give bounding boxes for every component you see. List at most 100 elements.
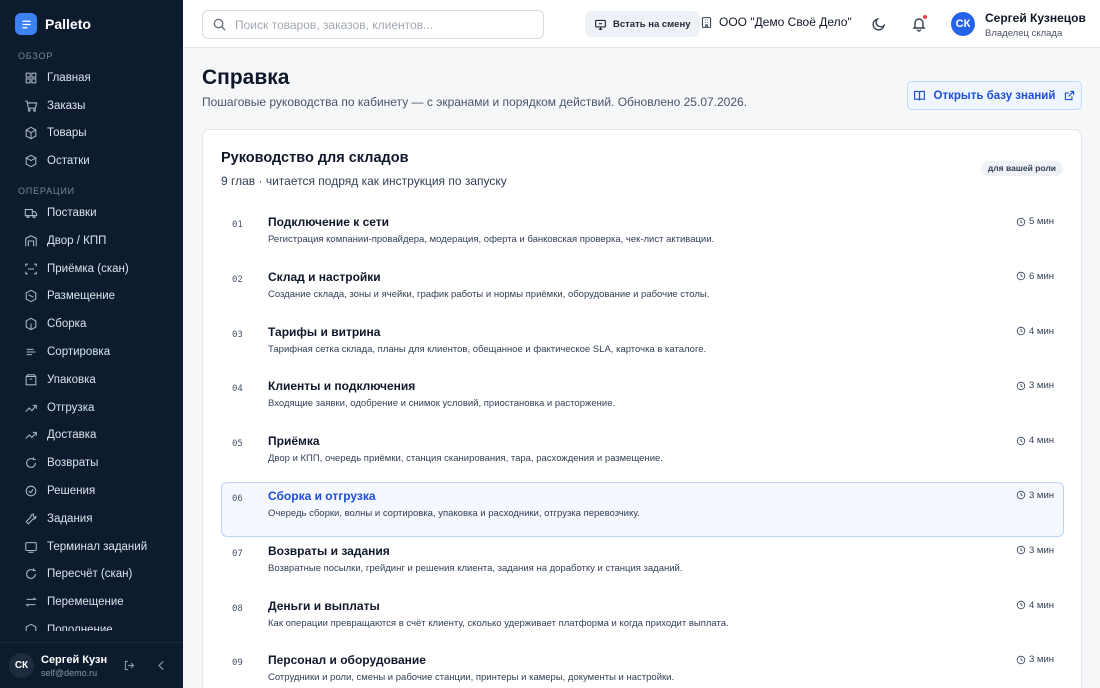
chapter-item[interactable]: 01 Подключение к сети Регистрация компании… [221,208,1064,263]
chapter-item[interactable]: 09 Персонал и оборудование Сотрудники и ро… [221,646,1064,688]
chapter-description: Регистрация компании-провайдера, модерац… [268,234,715,245]
chapter-read-time: 4 мин [1016,326,1054,337]
sidebar-item[interactable]: Перемещение [0,588,183,616]
building-icon [701,16,712,28]
sidebar-nav: ОБЗОР Главная Заказы Товары Остатки ОПЕРАЦИИ П… [0,48,183,631]
clock-icon [1016,491,1026,500]
sidebar-item[interactable]: Упаковка [0,366,183,394]
sidebar-item[interactable]: Двор / КПП [0,227,183,255]
chapter-time-label: 3 мин [1028,380,1054,392]
box-icon [25,127,37,140]
sidebar-item-label: Решения [47,485,96,498]
chapter-time-label: 6 мин [1028,270,1054,282]
bell-icon[interactable] [909,14,929,34]
role-badge: для вашей роли [980,161,1063,176]
chapter-item[interactable]: 03 Тарифы и витрина Тарифная сетка склада,… [221,318,1064,373]
chapter-description: Создание склада, зоны и ячейки, график р… [268,288,710,300]
open-knowledge-base-button[interactable]: Открыть базу знаний [907,81,1082,110]
chapter-number: 09 [232,658,243,669]
chapter-time-label: 3 мин [1028,544,1054,556]
sidebar-user-name: Сергей Кузнецов [41,653,107,666]
brand-name: Palleto [45,16,91,32]
sidebar-item[interactable]: Сборка [0,310,183,338]
chapter-item[interactable]: 07 Возвраты и задания Возвратные посылки, … [221,537,1064,592]
transfer-icon [25,597,37,607]
sidebar-item[interactable]: Возвраты [0,449,183,477]
sidebar-item[interactable]: Отгрузка [0,394,183,422]
sidebar-item-label: Упаковка [47,373,96,386]
chapter-number: 02 [232,274,243,285]
user-name: Сергей Кузнецов [985,11,1086,25]
sidebar-item[interactable]: Главная [0,64,183,92]
sidebar-item[interactable]: Товары [0,120,183,148]
search-box[interactable] [202,10,544,39]
sidebar-item[interactable]: Задания [0,505,183,533]
sidebar-item-label: Заказы [47,99,86,112]
theme-toggle-icon[interactable] [869,14,889,34]
return-icon [26,457,36,469]
sidebar-item[interactable]: Размещение [0,283,183,311]
sidebar-user-email: self@demo.ru [41,667,98,678]
chapter-description: Как операции превращаются в счёт клиенту… [268,617,729,629]
sidebar-item-label: Пересчёт (скан) [47,568,133,581]
chapter-item[interactable]: 02 Склад и настройки Создание склада, зоны… [221,263,1064,318]
collapse-sidebar-icon[interactable] [151,656,171,676]
brand[interactable]: Palleto [0,0,183,48]
sidebar: Palleto ОБЗОР Главная Заказы Товары Остатки О… [0,0,183,688]
topbar: Встать на смену ООО "Демо Своё Дело" СК … [183,0,1100,48]
sidebar-item-label: Главная [47,71,91,84]
logout-icon[interactable] [119,656,139,676]
search-input[interactable] [235,17,525,32]
page-subtitle: Пошаговые руководства по кабинету — с эк… [202,95,748,109]
start-shift-label: Встать на смену [613,18,691,30]
chapter-time-label: 3 мин [1028,654,1054,666]
sidebar-item[interactable]: Остатки [0,147,183,175]
sidebar-item[interactable]: Приёмка (скан) [0,255,183,283]
chapter-number: 03 [232,329,243,340]
sidebar-item[interactable]: Решения [0,477,183,505]
org-switcher[interactable]: ООО "Демо Своё Дело" [700,15,852,29]
sort-icon [26,348,36,356]
search-icon [213,18,226,31]
sidebar-item[interactable]: Заказы [0,92,183,120]
chapter-item[interactable]: 04 Клиенты и подключения Входящие заявки, … [221,372,1064,427]
chapter-number: 01 [232,220,243,230]
chapter-number: 08 [232,603,243,614]
sidebar-item[interactable]: Поставки [0,199,183,227]
chapter-item[interactable]: 06 Сборка и отгрузка Очередь сборки, волны… [221,481,1064,537]
chapter-title: Склад и настройки [268,269,381,284]
sidebar-item[interactable]: Сортировка [0,338,183,366]
recount-icon [26,568,36,580]
chapter-description: Входящие заявки, одобрение и снимок усло… [268,398,616,410]
user-avatar[interactable]: СК [951,12,975,36]
clock-icon [1016,655,1026,665]
chapter-title: Возвраты и задания [268,543,390,558]
start-shift-button[interactable]: Встать на смену [585,11,700,37]
home-icon [25,72,37,84]
sidebar-item[interactable]: Пересчёт (скан) [0,561,183,589]
chapter-item[interactable]: 05 Приёмка Двор и КПП, очередь приёмки, ст… [221,427,1064,482]
delivery-icon [25,432,37,440]
sidebar-item-label: Возвраты [47,457,99,470]
book-icon [913,90,925,101]
notification-dot [922,14,928,20]
decision-icon [25,485,37,497]
chapter-title: Персонал и оборудование [268,653,426,668]
sidebar-item-label: Перемещение [47,596,124,609]
shipment-icon [25,404,37,412]
user-menu[interactable]: Сергей Кузнецов Владелец склада [985,11,1086,39]
sidebar-item-label: Двор / КПП [47,234,107,247]
chapter-item[interactable]: 08 Деньги и выплаты Как операции превращаю… [221,592,1064,647]
sidebar-item[interactable]: Пополнение [0,616,183,631]
sidebar-item-label: Задания [47,512,93,525]
sidebar-item[interactable]: Терминал заданий [0,533,183,561]
clock-icon [1016,600,1026,610]
chapter-description: Тарифная сетка склада, планы для клиенто… [268,343,707,355]
sidebar-section-label: ОПЕРАЦИИ [18,186,75,197]
open-knowledge-base-label: Открыть базу знаний [933,89,1056,102]
scan-icon [25,263,37,275]
sidebar-item[interactable]: Доставка [0,422,183,450]
sidebar-item-label: Размещение [47,290,116,303]
avatar[interactable]: СК [9,653,34,678]
gate-icon [25,235,37,247]
